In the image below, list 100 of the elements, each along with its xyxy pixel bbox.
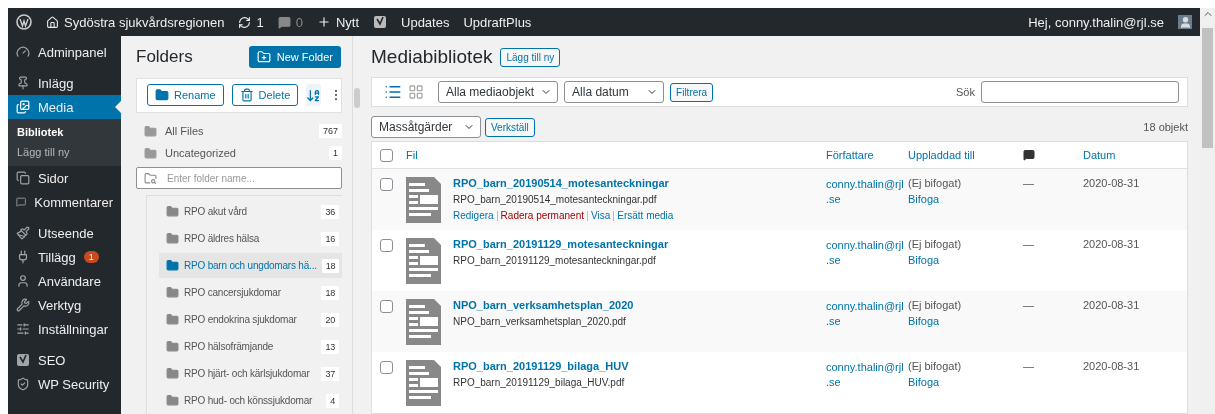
delete-button[interactable]: Delete [231,84,299,107]
menu-item[interactable]: Verktyg [8,293,121,317]
submenu-item[interactable]: Bibliotek [8,124,121,140]
row-checkbox[interactable] [380,178,393,191]
user-icon [16,274,30,288]
count-badge: 1 [83,251,99,263]
scrollbar-thumb[interactable] [1202,28,1213,148]
attach-link[interactable]: Bifoga [908,193,1023,205]
select-all-checkbox[interactable] [380,149,393,162]
menu-item[interactable]: WP Security [8,372,121,396]
menu-item[interactable]: Tillägg 1 [8,245,121,269]
folder-icon [166,394,179,407]
menu-item[interactable]: Media [8,95,121,119]
menu-item[interactable]: Utseende [8,221,121,245]
menu-item[interactable]: Inställningar [8,317,121,341]
row-checkbox[interactable] [380,300,393,313]
date-text: 2020-08-31 [1083,238,1141,250]
folder-icon [144,124,157,138]
menu-item[interactable]: Inlägg [8,71,121,95]
sort-button[interactable] [306,84,322,107]
comment-count: — [1023,177,1035,189]
row-action-link[interactable]: Visa [591,210,611,221]
toolbar-link[interactable]: Updates [401,14,450,30]
date-text: 2020-08-31 [1083,177,1141,189]
attach-link[interactable]: Bifoga [908,376,1023,388]
folder-icon [166,286,179,299]
toolbar-link[interactable]: UpdraftPlus [463,14,532,30]
row-checkbox[interactable] [380,361,393,374]
attach-link[interactable]: Bifoga [908,315,1023,327]
pages-icon [16,171,30,185]
author-link[interactable]: conny.thalin@rjl .se [826,238,908,268]
comment-count: — [1023,238,1035,250]
menu-item[interactable]: SEO [8,348,121,372]
folder-icon [166,259,179,272]
bulk-actions-select[interactable]: Massåtgärder [371,116,481,138]
search-field[interactable] [981,81,1179,103]
column-header[interactable]: Datum [1083,149,1187,161]
comment-count[interactable]: 0 [277,14,303,30]
yoast-icon[interactable] [373,15,387,29]
menu-item[interactable]: Kommentarer [8,190,121,214]
row-action-link[interactable]: Radera permanent [500,210,584,221]
file-count: 16 [321,231,339,246]
author-link[interactable]: conny.thalin@rjl .se [826,177,908,207]
folder-item[interactable]: RPO äldres hälsa 16 [159,226,342,251]
new-link[interactable]: Nytt [316,14,359,30]
type-filter-select[interactable]: Alla mediaobjekt [438,81,559,103]
folder-item[interactable]: All Files [165,125,204,138]
site-link[interactable]: Sydöstra sjukvårdsregionen [46,14,225,30]
resize-handle[interactable] [354,88,360,108]
rename-button[interactable]: Rename [147,84,224,107]
folder-item[interactable]: RPO hälsofrämjande 13 [159,334,342,359]
comment-icon [1023,149,1035,161]
file-count: 36 [321,204,339,219]
shield-icon [16,377,30,391]
author-link[interactable]: conny.thalin@rjl .se [826,299,908,329]
add-new-button[interactable]: Lägg till ny [500,47,561,67]
date-text: 2020-08-31 [1083,360,1141,372]
attach-link[interactable]: Bifoga [908,254,1023,266]
row-action-link[interactable]: Redigera [453,210,494,221]
menu-item[interactable]: Adminpanel [8,40,121,64]
file-title-link[interactable]: RPO_barn_20191129_motesanteckningar [453,238,669,250]
submenu-item[interactable]: Lägg till ny [8,144,121,160]
attachment-status: (Ej bifogat) [908,299,963,311]
gauge-icon [16,45,30,59]
item-count: 18 objekt [1143,121,1188,133]
file-name: RPO_barn_20191129_motesanteckningar.pdf [453,255,657,266]
row-checkbox[interactable] [380,239,393,252]
menu-item[interactable]: Användare [8,269,121,293]
folder-item[interactable]: RPO barn och ungdomars hä... 18 [159,253,342,278]
page-title: Mediabibliotek [371,46,493,68]
file-title-link[interactable]: RPO_barn_20190514_motesanteckningar [453,177,674,189]
file-title-link[interactable]: NPO_barn_verksamhetsplan_2020 [453,299,634,311]
list-view-icon[interactable] [384,83,402,101]
new-folder-button[interactable]: New Folder [248,46,341,68]
grid-view-icon[interactable] [408,84,424,100]
column-header[interactable]: Fil [406,149,826,161]
folder-icon [166,313,179,326]
file-count: 20 [321,312,339,327]
update-count[interactable]: 1 [238,14,264,30]
home-icon [46,15,59,29]
menu-item[interactable]: Sidor [8,166,121,190]
folder-item[interactable]: RPO hud- och könssjukdomar 4 [159,388,342,413]
wordpress-logo[interactable] [16,14,32,30]
apply-button[interactable]: Verkställ [485,117,535,137]
column-header[interactable]: Författare [826,149,908,161]
folder-item[interactable]: Uncategorized [165,147,236,160]
file-title-link[interactable]: RPO_barn_20191129_bilaga_HUV [453,360,629,372]
date-filter-select[interactable]: Alla datum [564,81,665,103]
folder-search-box[interactable]: Enter folder name... [136,167,342,189]
column-header[interactable]: Uppladdad till [908,149,1023,161]
folder-item[interactable]: RPO endokrina sjukdomar 20 [159,307,342,332]
account-link[interactable]: Hej, conny.thalin@rjl.se [1028,14,1164,30]
file-count: 37 [321,366,339,381]
row-action-link[interactable]: Ersätt media [617,210,674,221]
author-link[interactable]: conny.thalin@rjl .se [826,360,908,390]
folder-item[interactable]: RPO akut vård 36 [159,199,342,224]
filter-button[interactable]: Filtrera [670,82,714,102]
folder-item[interactable]: RPO hjärt- och kärlsjukdomar 37 [159,361,342,386]
file-count: 13 [321,339,339,354]
folder-item[interactable]: RPO cancersjukdomar 18 [159,280,342,305]
